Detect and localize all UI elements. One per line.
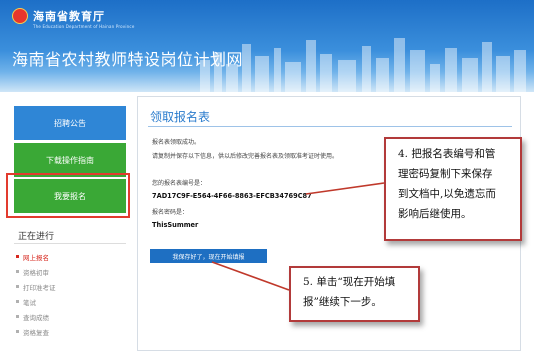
annotation-callout-save-info: 4. 把报名表编号和管 理密码复制下来保存 到文档中,以免遗忘而 影响后继使用。 [384, 137, 522, 241]
site-header: 海南省教育厅 The Education Department of Haina… [0, 0, 534, 92]
divider [14, 243, 126, 244]
step-query-score[interactable]: 查询成绩 [16, 309, 56, 324]
education-dept-logo[interactable]: 海南省教育厅 [12, 8, 105, 24]
logo-text: 海南省教育厅 [33, 10, 105, 23]
progress-title: 正在进行 [18, 232, 55, 242]
step-label: 查询成绩 [23, 313, 49, 322]
bullet-icon [16, 300, 19, 303]
recruitment-notice-button[interactable]: 招聘公告 [14, 106, 126, 140]
panel-title: 领取报名表 [150, 110, 211, 124]
bullet-icon [16, 270, 19, 273]
callout-line: 理密码复制下来保存 [398, 168, 493, 180]
progress-steps: 网上报名 资格初审 打印准考证 笔试 查询成绩 资格复查 [16, 249, 56, 339]
instruction-text: 请复制并保存以下信息，供以后修改完善报名表及领取准考证时使用。 [152, 153, 339, 160]
step-label: 资格初审 [23, 268, 49, 277]
download-guide-button[interactable]: 下载操作指南 [14, 143, 126, 177]
step-label: 笔试 [23, 298, 36, 307]
step-preliminary-review[interactable]: 资格初审 [16, 264, 56, 279]
callout-line: 5. 单击“现在开始填 [303, 276, 396, 288]
site-title: 海南省农村教师特设岗位计划网 [12, 50, 244, 69]
bullet-icon [16, 315, 19, 318]
registration-number: 7AD17C9F-E564-4F66-8863-EFCB34769C87 [152, 192, 312, 200]
step-online-registration[interactable]: 网上报名 [16, 249, 56, 264]
callout-line: 到文档中,以免遗忘而 [398, 188, 496, 200]
title-underline [148, 126, 512, 127]
annotation-callout-click-start: 5. 单击“现在开始填 报”继续下一步。 [289, 266, 420, 322]
register-button-highlight [6, 173, 130, 218]
step-label: 网上报名 [23, 253, 49, 262]
step-label: 资格复查 [23, 328, 49, 337]
number-label: 您的报名表编号是： [152, 180, 207, 187]
step-written-exam[interactable]: 笔试 [16, 294, 56, 309]
start-filling-button[interactable]: 我保存好了，现在开始填报 [150, 249, 267, 263]
password-label: 报名密码是： [152, 209, 189, 216]
step-label: 打印准考证 [23, 283, 56, 292]
registration-password: ThisSummer [152, 221, 199, 229]
logo-subtitle: The Education Department of Hainan Provi… [33, 24, 135, 29]
emblem-icon [12, 8, 28, 24]
callout-line: 报”继续下一步。 [303, 296, 382, 308]
callout-line: 4. 把报名表编号和管 [398, 148, 496, 160]
success-message: 报名表领取成功。 [152, 139, 201, 146]
bullet-icon [16, 255, 19, 258]
callout-line: 影响后继使用。 [398, 208, 472, 220]
bullet-icon [16, 330, 19, 333]
step-print-admission-ticket[interactable]: 打印准考证 [16, 279, 56, 294]
bullet-icon [16, 285, 19, 288]
step-qualification-recheck[interactable]: 资格复查 [16, 324, 56, 339]
